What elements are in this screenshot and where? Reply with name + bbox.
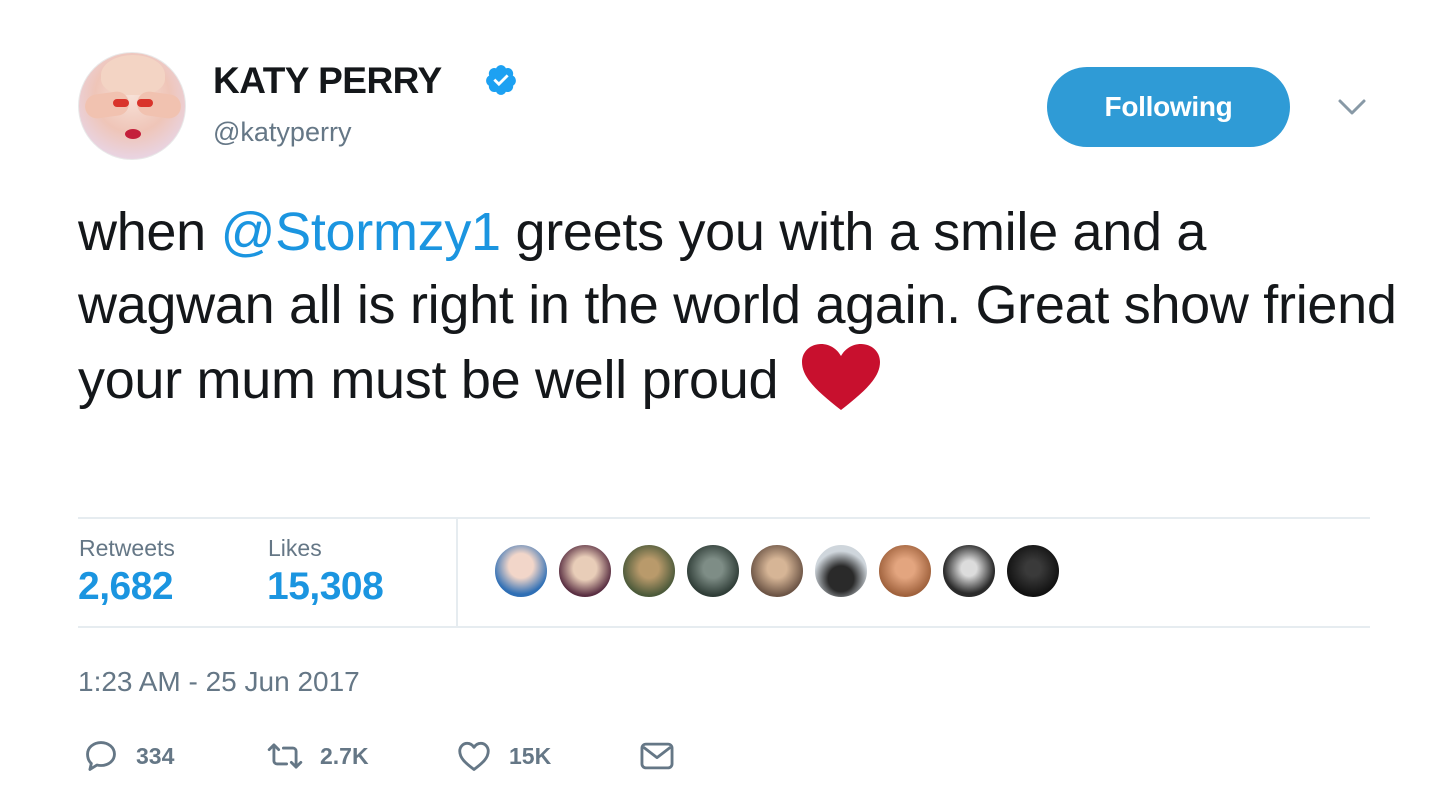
author-display-name[interactable]: KATY PERRY	[213, 60, 442, 102]
liker-avatar[interactable]	[1005, 543, 1061, 599]
retweet-icon	[267, 743, 303, 769]
author-avatar[interactable]	[78, 52, 186, 160]
likes-count[interactable]: 15,308	[267, 565, 384, 609]
avatar-lips	[125, 129, 141, 139]
liker-avatar[interactable]	[813, 543, 869, 599]
red-heart-emoji	[802, 344, 881, 410]
avatar-eye-right	[137, 99, 153, 107]
reply-icon	[86, 741, 116, 771]
like-button[interactable]: 15K	[455, 736, 551, 776]
avatar-hair	[101, 55, 165, 95]
tweet-timestamp[interactable]: 1:23 AM - 25 Jun 2017	[78, 666, 360, 698]
liker-avatar[interactable]	[557, 543, 613, 599]
direct-message-button[interactable]	[638, 736, 676, 776]
tweet-text-before-mention: when	[78, 202, 221, 262]
liker-avatar[interactable]	[621, 543, 677, 599]
retweets-label[interactable]: Retweets	[79, 535, 175, 562]
liker-avatar[interactable]	[941, 543, 997, 599]
tweet-text: when @Stormzy1 greets you with a smile a…	[78, 196, 1398, 417]
liker-avatar[interactable]	[877, 543, 933, 599]
likes-label[interactable]: Likes	[268, 535, 322, 562]
stats-bottom-divider	[78, 626, 1370, 628]
direct-message-icon	[640, 742, 674, 770]
reply-count: 334	[136, 742, 175, 769]
retweets-count[interactable]: 2,682	[78, 565, 174, 609]
liker-avatar[interactable]	[749, 543, 805, 599]
verified-badge-icon	[486, 65, 516, 95]
mention-link[interactable]: @Stormzy1	[221, 202, 501, 262]
author-handle[interactable]: @katyperry	[213, 117, 351, 148]
liker-avatar[interactable]	[493, 543, 549, 599]
stats-top-divider	[78, 517, 1370, 519]
chevron-down-icon[interactable]	[1334, 92, 1370, 122]
retweet-count: 2.7K	[320, 742, 369, 769]
retweet-button[interactable]: 2.7K	[266, 736, 369, 776]
avatar-eye-left	[113, 99, 129, 107]
like-count: 15K	[509, 742, 552, 769]
following-button[interactable]: Following	[1047, 67, 1290, 147]
like-icon	[458, 741, 490, 771]
liker-avatar[interactable]	[685, 543, 741, 599]
reply-button[interactable]: 334	[82, 736, 174, 776]
stats-vertical-divider	[456, 519, 458, 627]
